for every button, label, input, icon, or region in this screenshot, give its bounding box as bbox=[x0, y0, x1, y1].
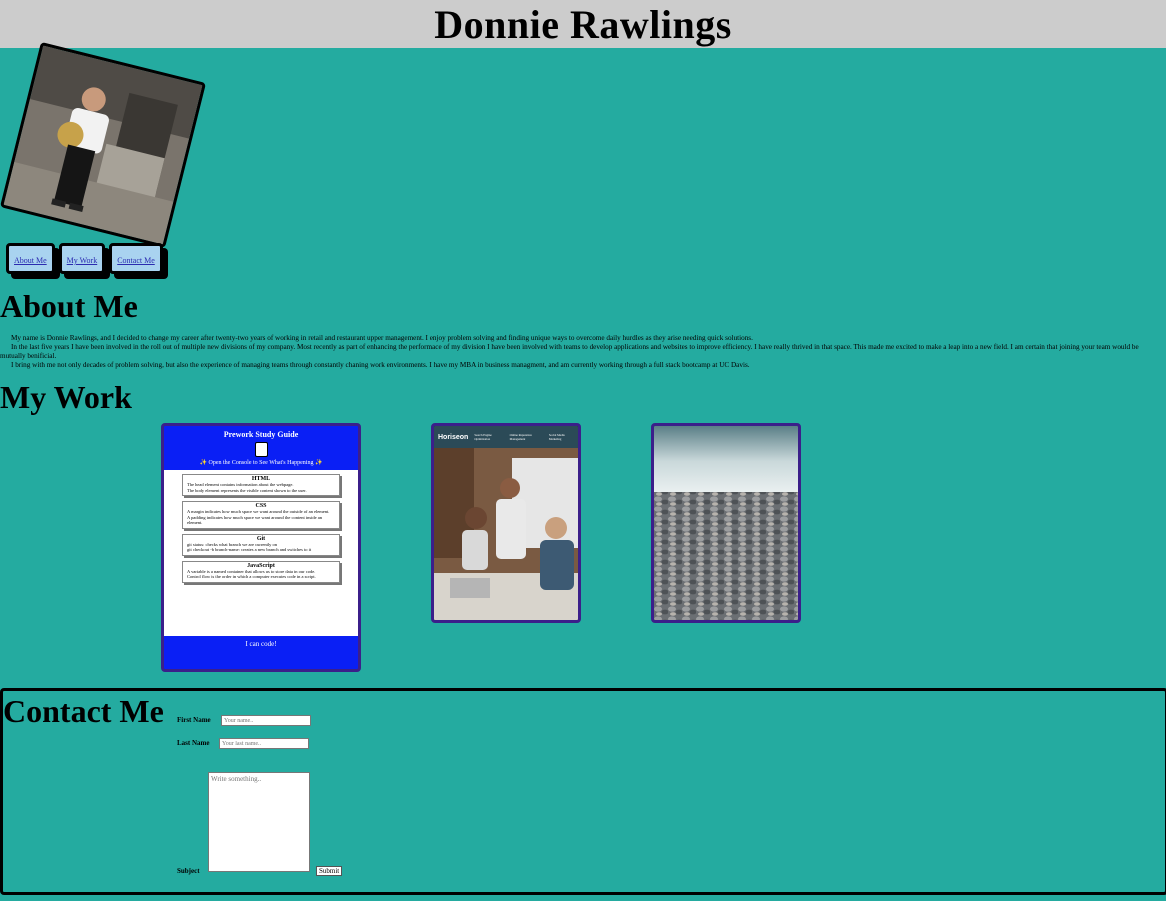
horiseon-nav-item: Search Engine Optimization bbox=[474, 433, 492, 441]
about-paragraph: In the last five years I have been invol… bbox=[0, 343, 1139, 360]
nav-about-link[interactable]: About Me bbox=[6, 243, 55, 274]
prework-title: Prework Study Guide bbox=[223, 430, 299, 439]
prework-footer: I can code! bbox=[245, 640, 277, 648]
nav-work-link[interactable]: My Work bbox=[58, 243, 106, 274]
about-paragraph: My name is Donnie Rawlings, and I decide… bbox=[11, 334, 753, 342]
subject-label: Subject bbox=[177, 867, 200, 875]
first-name-input[interactable] bbox=[221, 715, 311, 726]
prework-section-item: A margin indicates how much space we wan… bbox=[187, 509, 330, 514]
prework-section: HTML The head element contains informati… bbox=[182, 474, 340, 496]
profile-photo bbox=[0, 41, 207, 249]
about-paragraph: I bring with me not only decades of prob… bbox=[11, 361, 750, 369]
contact-section: Contact Me First Name Last Name Subject … bbox=[0, 688, 1166, 895]
site-title: Donnie Rawlings bbox=[434, 1, 732, 47]
work-card-rocks[interactable] bbox=[651, 423, 801, 623]
first-name-label: First Name bbox=[177, 716, 211, 724]
submit-button[interactable]: Submit bbox=[316, 866, 343, 876]
work-heading: My Work bbox=[0, 379, 132, 415]
main-nav: About Me My Work Contact Me bbox=[6, 243, 163, 274]
last-name-input[interactable] bbox=[219, 738, 309, 749]
prework-section: Git git status: checks what branch we ar… bbox=[182, 533, 340, 556]
last-name-label: Last Name bbox=[177, 739, 210, 747]
horiseon-header: Horiseon Search Engine Optimization Onli… bbox=[434, 426, 578, 448]
prework-section-item: Control flow is the order in which a com… bbox=[187, 574, 316, 579]
prework-console-note: ✨ Open the Console to See What's Happeni… bbox=[199, 460, 323, 466]
nav-contact-link[interactable]: Contact Me bbox=[109, 243, 163, 274]
about-heading: About Me bbox=[0, 288, 138, 324]
work-card-horiseon[interactable]: Horiseon Search Engine Optimization Onli… bbox=[431, 423, 581, 623]
prework-section: CSS A margin indicates how much space we… bbox=[182, 501, 340, 529]
prework-content: HTML The head element contains informati… bbox=[164, 470, 358, 636]
profile-photo-image bbox=[3, 45, 203, 245]
prework-section: JavaScript A variable is a named contain… bbox=[182, 560, 340, 583]
prework-section-item: git checkout -b branch-name: creates a n… bbox=[187, 547, 312, 552]
horiseon-team-image bbox=[434, 448, 578, 620]
site-header: Donnie Rawlings bbox=[0, 0, 1166, 48]
rocks-image bbox=[654, 426, 798, 620]
prework-section-item: The body element represents the visible … bbox=[187, 487, 307, 493]
about-text: My name is Donnie Rawlings, and I decide… bbox=[0, 334, 1166, 370]
subject-textarea[interactable] bbox=[208, 772, 310, 872]
horiseon-nav-item: Social Media Marketing bbox=[548, 433, 565, 441]
prework-avatar-icon bbox=[254, 442, 268, 457]
work-card-prework[interactable]: Prework Study Guide ✨ Open the Console t… bbox=[161, 423, 361, 672]
horiseon-nav-item: Online Reputation Management bbox=[509, 433, 532, 441]
contact-heading: Contact Me bbox=[3, 693, 164, 729]
prework-section-item: A padding indicates how much space we wa… bbox=[187, 514, 322, 526]
horiseon-brand: Horiseon bbox=[438, 433, 469, 441]
